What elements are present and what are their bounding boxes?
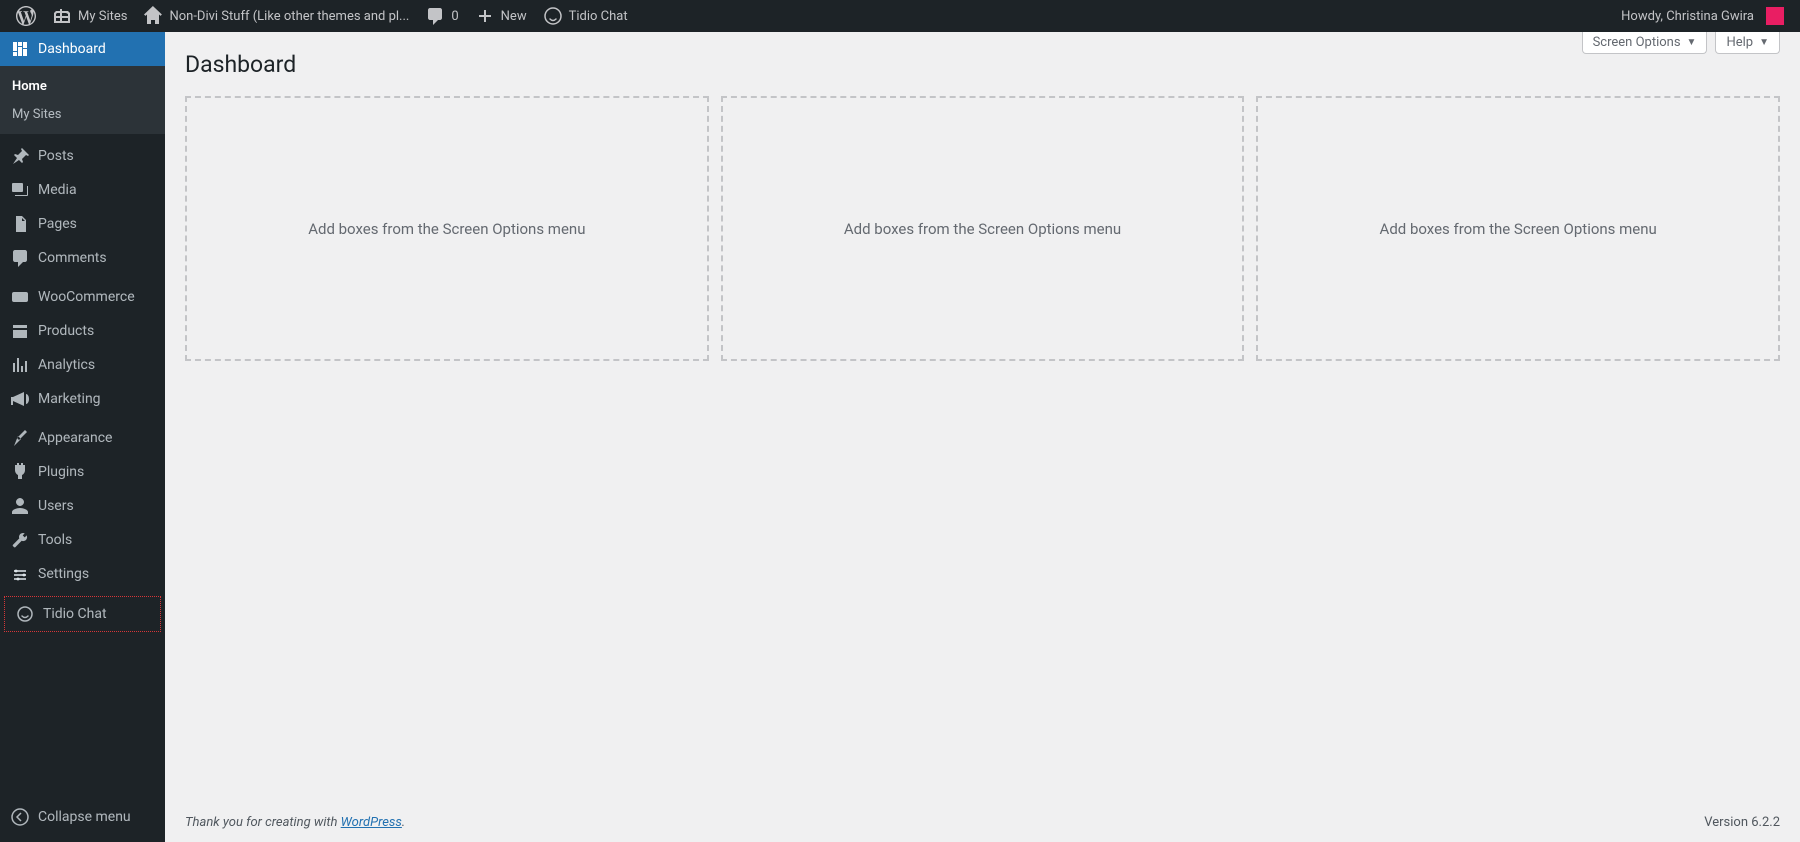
submenu-label: My Sites <box>12 107 61 122</box>
sidebar-item-comments[interactable]: Comments <box>0 241 165 275</box>
plus-icon <box>475 6 495 26</box>
sidebar-item-users[interactable]: Users <box>0 489 165 523</box>
admin-footer: Thank you for creating with WordPress. V… <box>165 802 1800 842</box>
sidebar-label: Pages <box>38 216 77 232</box>
tidio-icon <box>543 6 563 26</box>
page-title: Dashboard <box>185 42 1780 82</box>
sidebar-label: Tools <box>38 532 72 548</box>
dashboard-widgets: Add boxes from the Screen Options menu A… <box>165 96 1800 361</box>
submenu-my-sites[interactable]: My Sites <box>0 100 165 128</box>
widget-placeholder: Add boxes from the Screen Options menu <box>1256 96 1780 361</box>
new-link[interactable]: New <box>467 0 535 32</box>
sidebar-item-plugins[interactable]: Plugins <box>0 455 165 489</box>
page-icon <box>10 214 30 234</box>
sidebar-item-appearance[interactable]: Appearance <box>0 421 165 455</box>
tidio-label: Tidio Chat <box>569 9 628 24</box>
sidebar-item-analytics[interactable]: Analytics <box>0 348 165 382</box>
screen-options-toggle[interactable]: Screen Options ▼ <box>1582 32 1708 54</box>
sidebar-label: Media <box>38 182 77 198</box>
tools-icon <box>10 530 30 550</box>
pushpin-icon <box>10 146 30 166</box>
widget-placeholder: Add boxes from the Screen Options menu <box>721 96 1245 361</box>
new-label: New <box>501 9 527 24</box>
admin-bar-left: My Sites Non-Divi Stuff (Like other them… <box>8 0 1613 32</box>
placeholder-text: Add boxes from the Screen Options menu <box>1380 220 1657 238</box>
chevron-down-icon: ▼ <box>1759 37 1769 48</box>
sidebar-item-tools[interactable]: Tools <box>0 523 165 557</box>
sidebar-label: Dashboard <box>38 41 106 57</box>
plugins-icon <box>10 462 30 482</box>
tidio-link[interactable]: Tidio Chat <box>535 0 636 32</box>
help-label: Help <box>1726 35 1753 50</box>
users-icon <box>10 496 30 516</box>
dashboard-submenu: Home My Sites <box>0 66 165 134</box>
comments-count: 0 <box>451 9 458 24</box>
settings-icon <box>10 564 30 584</box>
media-icon <box>10 180 30 200</box>
submenu-home[interactable]: Home <box>0 72 165 100</box>
collapse-icon <box>10 807 30 827</box>
site-name-link[interactable]: Non-Divi Stuff (Like other themes and pl… <box>135 0 417 32</box>
sidebar-label: Products <box>38 323 94 339</box>
analytics-icon <box>10 355 30 375</box>
sidebar-item-woocommerce[interactable]: WooCommerce <box>0 280 165 314</box>
admin-sidebar: Dashboard Home My Sites Posts Media Page… <box>0 32 165 842</box>
woocommerce-icon <box>10 287 30 307</box>
my-sites-link[interactable]: My Sites <box>44 0 135 32</box>
sidebar-item-media[interactable]: Media <box>0 173 165 207</box>
screen-options-label: Screen Options <box>1593 35 1681 50</box>
sidebar-label: WooCommerce <box>38 289 135 305</box>
collapse-menu[interactable]: Collapse menu <box>0 800 165 834</box>
collapse-label: Collapse menu <box>38 809 131 825</box>
sidebar-label: Posts <box>38 148 74 164</box>
avatar <box>1766 7 1784 25</box>
sidebar-label: Plugins <box>38 464 84 480</box>
help-toggle[interactable]: Help ▼ <box>1715 32 1780 54</box>
wordpress-link[interactable]: WordPress <box>341 815 402 830</box>
site-name-label: Non-Divi Stuff (Like other themes and pl… <box>169 9 409 24</box>
sidebar-item-settings[interactable]: Settings <box>0 557 165 591</box>
admin-bar: My Sites Non-Divi Stuff (Like other them… <box>0 0 1800 32</box>
account-link[interactable]: Howdy, Christina Gwira <box>1613 0 1792 32</box>
sidebar-label: Comments <box>38 250 107 266</box>
sidebar-item-dashboard[interactable]: Dashboard <box>0 32 165 66</box>
sidebar-item-posts[interactable]: Posts <box>0 139 165 173</box>
products-icon <box>10 321 30 341</box>
sidebar-label: Analytics <box>38 357 95 373</box>
admin-bar-right: Howdy, Christina Gwira <box>1613 0 1792 32</box>
wordpress-icon <box>16 6 36 26</box>
footer-text: . <box>402 815 405 830</box>
sidebar-label: Marketing <box>38 391 101 407</box>
sidebar-label: Settings <box>38 566 89 582</box>
placeholder-text: Add boxes from the Screen Options menu <box>308 220 585 238</box>
version-text: Version 6.2.2 <box>1704 815 1780 830</box>
footer-thanks: Thank you for creating with WordPress. <box>185 815 405 830</box>
marketing-icon <box>10 389 30 409</box>
sidebar-item-pages[interactable]: Pages <box>0 207 165 241</box>
comment-icon <box>425 6 445 26</box>
howdy-label: Howdy, Christina Gwira <box>1621 9 1754 24</box>
widget-placeholder: Add boxes from the Screen Options menu <box>185 96 709 361</box>
sidebar-label: Appearance <box>38 430 112 446</box>
dashboard-icon <box>10 39 30 59</box>
placeholder-text: Add boxes from the Screen Options menu <box>844 220 1121 238</box>
chevron-down-icon: ▼ <box>1687 37 1697 48</box>
sites-icon <box>52 6 72 26</box>
home-icon <box>143 6 163 26</box>
sidebar-label: Users <box>38 498 74 514</box>
sidebar-item-marketing[interactable]: Marketing <box>0 382 165 416</box>
submenu-label: Home <box>12 79 47 94</box>
appearance-icon <box>10 428 30 448</box>
tidio-icon <box>15 604 35 624</box>
wp-logo[interactable] <box>8 0 44 32</box>
content-area: Screen Options ▼ Help ▼ Dashboard Add bo… <box>165 32 1800 842</box>
my-sites-label: My Sites <box>78 9 127 24</box>
sidebar-label: Tidio Chat <box>43 606 107 622</box>
sidebar-item-products[interactable]: Products <box>0 314 165 348</box>
footer-text: Thank you for creating with <box>185 815 341 830</box>
comments-link[interactable]: 0 <box>417 0 466 32</box>
comments-icon <box>10 248 30 268</box>
sidebar-item-tidio[interactable]: Tidio Chat <box>5 597 160 631</box>
